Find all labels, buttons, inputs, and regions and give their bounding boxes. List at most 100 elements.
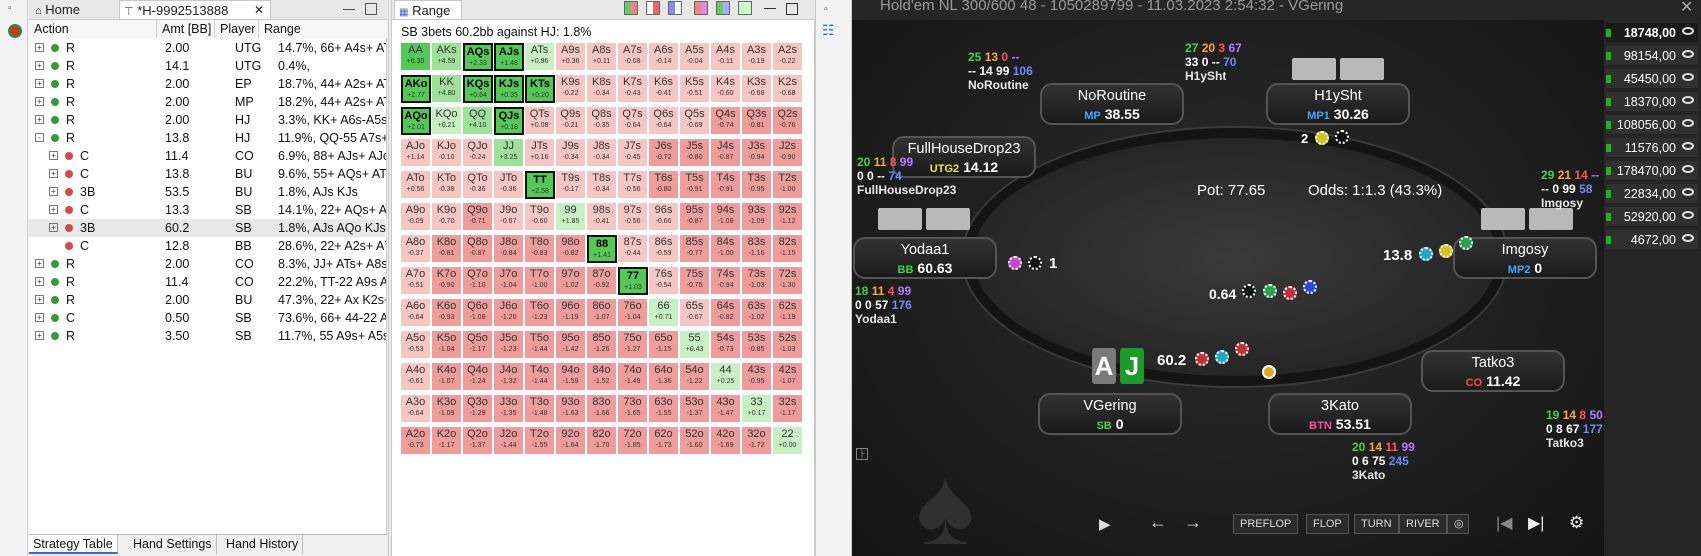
hand-cell[interactable]: 65s -0.67 — [680, 299, 710, 327]
minimize-icon[interactable]: ▫ — [824, 4, 828, 15]
hand-cell[interactable]: 82s -1.15 — [773, 235, 803, 263]
hand-cell[interactable]: A7o -0.51 — [401, 267, 431, 295]
hand-cell[interactable]: K6o -0.93 — [432, 299, 462, 327]
hand-cell[interactable]: Q4s -0.74 — [711, 107, 741, 135]
col-player[interactable]: Player — [215, 20, 259, 38]
hand-cell[interactable]: T8s -0.34 — [587, 171, 617, 199]
hand-cell[interactable]: K8o -0.81 — [432, 235, 462, 263]
hand-cell[interactable]: Q6o -1.08 — [463, 299, 493, 327]
tab-strategy-table[interactable]: Strategy Table — [29, 535, 118, 554]
hand-cell[interactable]: Q9o -0.71 — [463, 203, 493, 231]
hand-cell[interactable]: JTs +0.16 — [525, 139, 555, 167]
hand-cell[interactable]: T5s -0.91 — [680, 171, 710, 199]
eye-icon[interactable] — [1682, 50, 1694, 58]
hand-cell[interactable]: A9o -0.09 — [401, 203, 431, 231]
hand-cell[interactable]: K3o -1.09 — [432, 395, 462, 423]
tab-hand-history[interactable]: Hand History — [222, 535, 304, 554]
hand-cell[interactable]: T4o -1.44 — [525, 363, 555, 391]
hand-cell[interactable]: AJo +1.14 — [401, 139, 431, 167]
hand-cell[interactable]: KJs +0.35 — [494, 75, 524, 103]
hand-cell[interactable]: 98s -0.41 — [587, 203, 617, 231]
eye-icon[interactable] — [1682, 165, 1694, 173]
hand-cell[interactable]: 95s -0.87 — [680, 203, 710, 231]
street-turn[interactable]: TURN — [1354, 514, 1399, 534]
hand-cell[interactable]: J6s -0.72 — [649, 139, 679, 167]
hand-cell[interactable]: 83o -1.66 — [587, 395, 617, 423]
eye-icon[interactable] — [1682, 142, 1694, 150]
hand-cell[interactable]: Q8s -0.35 — [587, 107, 617, 135]
hand-cell[interactable]: K4o -1.07 — [432, 363, 462, 391]
hand-cell[interactable]: 64o -1.36 — [649, 363, 679, 391]
eye-icon[interactable] — [1682, 96, 1694, 104]
hand-cell[interactable]: 94o -1.59 — [556, 363, 586, 391]
hand-cell[interactable]: J3s -0.94 — [742, 139, 772, 167]
hand-cell[interactable]: Q8o -0.87 — [463, 235, 493, 263]
hand-cell[interactable]: J9s -0.34 — [556, 139, 586, 167]
table-row[interactable]: + C 13.8 BU 9.6%, 55+ AQs+ ATs-A — [29, 165, 387, 183]
hand-cell[interactable]: J7s -0.45 — [618, 139, 648, 167]
expand-icon[interactable]: + — [49, 187, 58, 196]
hand-cell[interactable]: T3s -0.95 — [742, 171, 772, 199]
table-row[interactable]: +3B 53.5 BU 1.8%, AJs KJs — [29, 183, 387, 201]
hand-cell[interactable]: K7o -0.90 — [432, 267, 462, 295]
hand-cell[interactable]: 52o -1.60 — [680, 427, 710, 455]
hand-cell[interactable]: JTo -0.36 — [494, 171, 524, 199]
bug-icon[interactable] — [8, 24, 22, 38]
eye-icon[interactable] — [1682, 119, 1694, 127]
hand-cell[interactable]: AKs +4.59 — [432, 43, 462, 71]
hand-cell[interactable]: KQo +0.21 — [432, 107, 462, 135]
hand-cell[interactable]: 43o -1.47 — [711, 395, 741, 423]
table-row[interactable]: + C 0.50 SB 73.6%, 66+ 44-22 A8s- — [29, 309, 387, 327]
hand-cell[interactable]: T9o -0.60 — [525, 203, 555, 231]
maximize-button[interactable] — [786, 3, 798, 15]
hand-cell[interactable]: 75o -1.27 — [618, 331, 648, 359]
expand-icon[interactable]: + — [35, 259, 44, 268]
hand-cell[interactable]: 63s -1.02 — [742, 299, 772, 327]
hand-cell[interactable]: 76o -1.04 — [618, 299, 648, 327]
hand-cell[interactable]: 95o -1.42 — [556, 331, 586, 359]
sidebar-item[interactable]: 4672,00 — [1606, 230, 1698, 250]
hand-cell[interactable]: 72s -1.30 — [773, 267, 803, 295]
gear-icon[interactable]: ⚙ — [1569, 513, 1584, 533]
hand-cell[interactable]: A7s -0.08 — [618, 43, 648, 71]
hud-3kato[interactable]: 20 14 11 99 0 6 75 245 3Kato — [1352, 440, 1415, 482]
hand-cell[interactable]: AQo +2.01 — [401, 107, 431, 135]
first-icon[interactable]: |◀ — [1496, 513, 1512, 533]
hand-cell[interactable]: 54s -0.73 — [711, 331, 741, 359]
hand-cell[interactable]: T8o -0.83 — [525, 235, 555, 263]
hand-cell[interactable]: QJo -0.24 — [463, 139, 493, 167]
seat-3kato[interactable]: 3Kato BTN 53.51 — [1268, 393, 1412, 435]
hand-cell[interactable]: A6o -0.64 — [401, 299, 431, 327]
hand-cell[interactable]: 32o -1.72 — [742, 427, 772, 455]
hand-cell[interactable]: KJo -0.10 — [432, 139, 462, 167]
seat-tatko3[interactable]: Tatko3 CO 11.42 — [1421, 350, 1565, 392]
hand-cell[interactable]: A4o -0.61 — [401, 363, 431, 391]
hand-cell[interactable]: 44 +0.25 — [711, 363, 741, 391]
hand-cell[interactable]: QTs +0.08 — [525, 107, 555, 135]
sidebar-item[interactable]: 11576,00 — [1606, 138, 1698, 158]
hand-cell[interactable]: 42o -1.69 — [711, 427, 741, 455]
hand-cell[interactable]: 53o -1.37 — [680, 395, 710, 423]
hand-cell[interactable]: 92s -1.12 — [773, 203, 803, 231]
hand-cell[interactable]: K4s -0.60 — [711, 75, 741, 103]
hand-cell[interactable]: 96o -1.19 — [556, 299, 586, 327]
eye-icon[interactable] — [1682, 73, 1694, 81]
hand-cell[interactable]: T6s -0.80 — [649, 171, 679, 199]
hand-cell[interactable]: 97o -1.02 — [556, 267, 586, 295]
sidebar-item[interactable]: 98154,00 — [1606, 46, 1698, 66]
minimize-button[interactable] — [764, 8, 776, 9]
tab-hand-settings[interactable]: Hand Settings — [129, 535, 217, 554]
expand-icon[interactable]: + — [35, 61, 44, 70]
seat-h1ysht[interactable]: H1ySht MP1 30.26 — [1266, 83, 1410, 125]
street-river[interactable]: RIVER — [1399, 514, 1447, 534]
hand-cell[interactable]: KQs +0.64 — [463, 75, 493, 103]
prev-icon[interactable]: ← — [1149, 512, 1167, 533]
hand-cell[interactable]: A2o -0.73 — [401, 427, 431, 455]
hand-cell[interactable]: 85s -0.77 — [680, 235, 710, 263]
tab-home[interactable]: ⌂ Home — [31, 0, 119, 19]
hand-cell[interactable]: QJs +0.18 — [494, 107, 524, 135]
hand-cell[interactable]: K3s -0.68 — [742, 75, 772, 103]
hand-cell[interactable]: A8s +0.11 — [587, 43, 617, 71]
tree-icon[interactable]: ☷ — [822, 22, 835, 39]
hand-cell[interactable]: J5s -0.80 — [680, 139, 710, 167]
